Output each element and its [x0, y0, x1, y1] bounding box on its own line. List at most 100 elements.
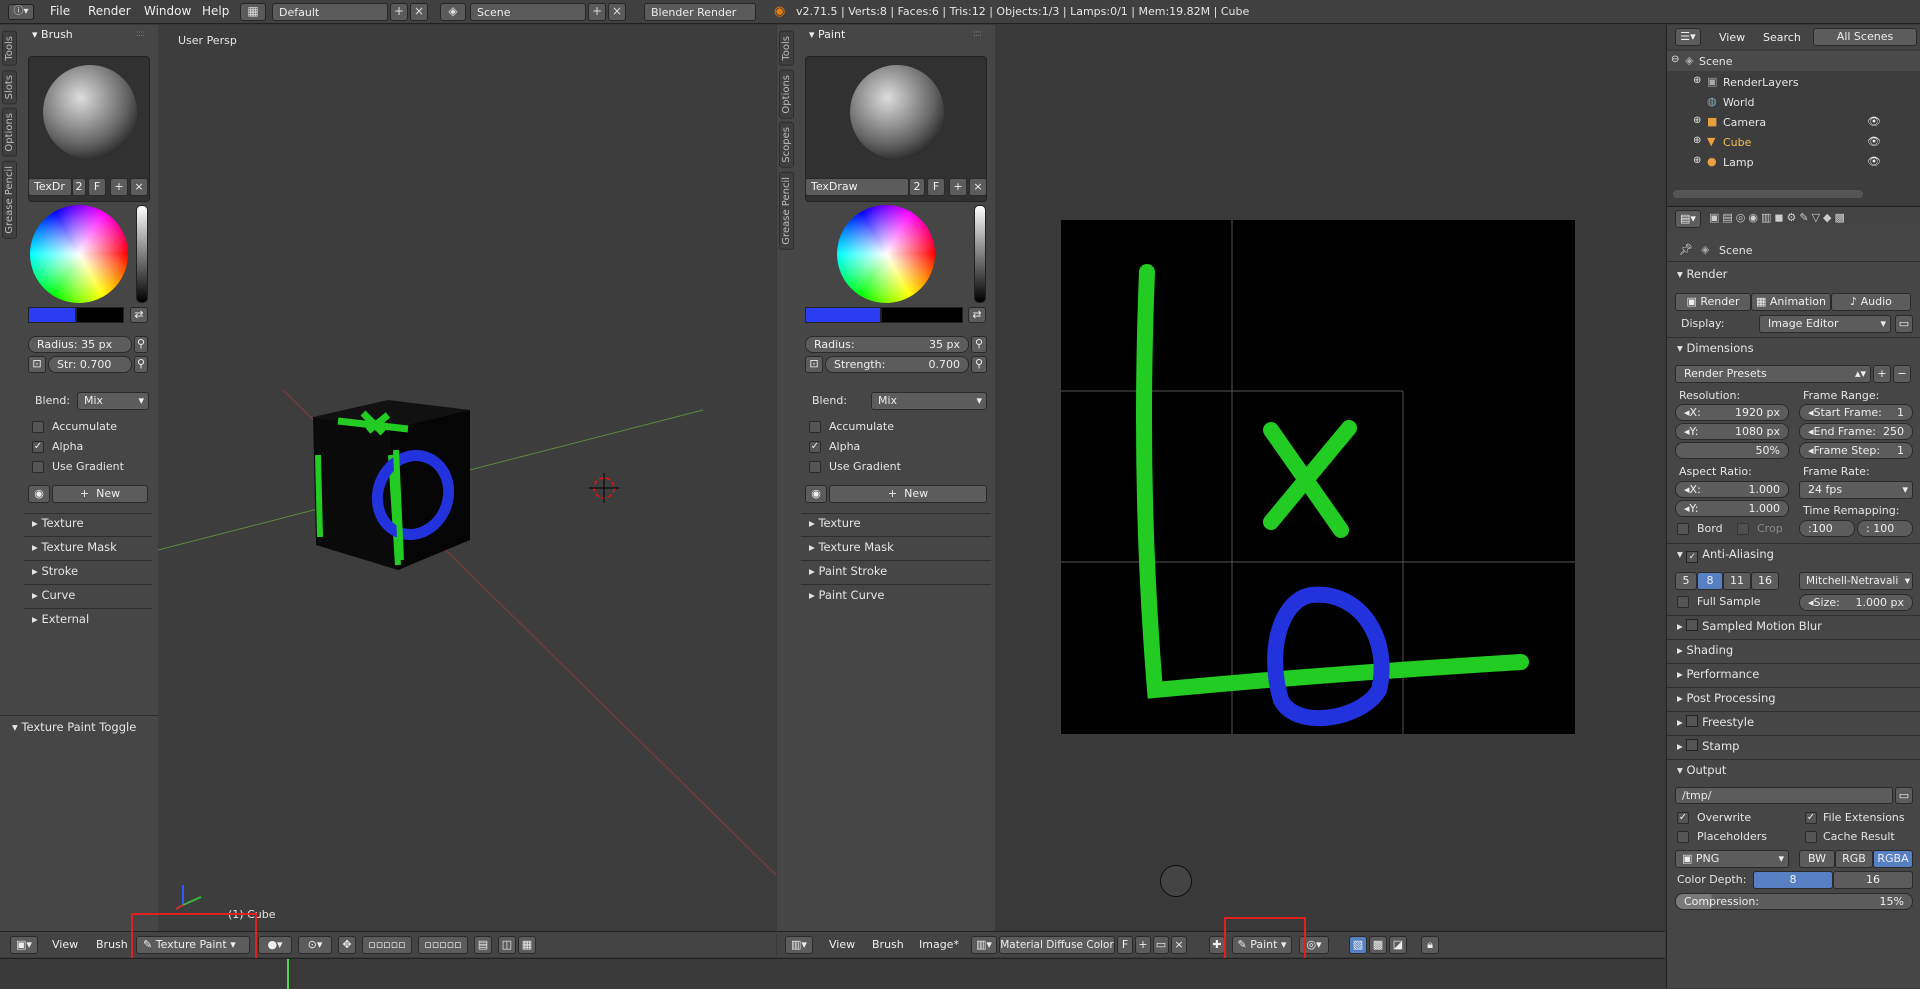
expand-icon[interactable]: ⊕ — [1693, 75, 1701, 86]
current-frame-marker[interactable] — [287, 959, 289, 989]
texture-paint-toggle-panel[interactable]: ▾ Texture Paint Toggle — [12, 720, 136, 734]
outliner-row-world[interactable]: ◍ World — [1667, 92, 1920, 112]
image-name-field[interactable]: Material Diffuse Color — [999, 936, 1115, 954]
res-percent-field[interactable]: 50% — [1675, 442, 1789, 459]
color-rgb-button[interactable]: RGB — [1835, 850, 1873, 868]
menu-file[interactable]: File — [50, 4, 70, 18]
stamp-checkbox[interactable] — [1686, 739, 1699, 751]
radius-pressure-icon[interactable]: ⚲ — [134, 336, 148, 353]
cube-expand-icon[interactable]: ⊕ — [1693, 135, 1701, 146]
file-format-select[interactable]: ▣ PNG ▾ — [1675, 850, 1789, 868]
strength-lock-icon[interactable]: ⊡ — [28, 356, 46, 373]
paint-use-gradient-checkbox[interactable] — [809, 461, 821, 473]
outliner-row-renderlayers[interactable]: ⊕ ▣ RenderLayers — [1667, 72, 1920, 92]
layout-remove-icon[interactable]: × — [410, 3, 428, 21]
scene-field[interactable]: Scene — [470, 3, 586, 21]
manipulator-icon[interactable]: ✥ — [338, 936, 356, 954]
color-rgba-button[interactable]: RGBA — [1873, 850, 1913, 868]
accumulate-checkbox[interactable] — [32, 421, 44, 433]
scene-add-icon[interactable]: + — [588, 3, 606, 21]
cache-result-checkbox[interactable] — [1805, 831, 1817, 843]
menu-render[interactable]: Render — [88, 4, 131, 18]
tab-tools[interactable]: Tools — [2, 31, 17, 66]
properties-editor-icon[interactable]: ▤▾ — [1675, 210, 1701, 228]
color-bw-button[interactable]: BW — [1799, 850, 1835, 868]
depth-8-button[interactable]: 8 — [1753, 871, 1833, 889]
paint-brush-add-icon[interactable]: + — [949, 178, 967, 196]
collapse-icon[interactable]: ⊖ — [1671, 54, 1679, 65]
outliner-menu-search[interactable]: Search — [1763, 31, 1801, 44]
lamp-expand-icon[interactable]: ⊕ — [1693, 155, 1701, 166]
alpha-channel-icon[interactable]: ▩ — [1369, 936, 1387, 954]
section-stroke[interactable]: ▸ Stroke — [32, 564, 78, 578]
outliner-row-cube[interactable]: ⊕ ▼ Cube 👁︎ — [1667, 132, 1920, 152]
start-frame-field[interactable]: ◂Start Frame: 1 — [1799, 404, 1913, 421]
display-select[interactable]: Image Editor ▾ — [1759, 315, 1891, 333]
outliner-menu-view[interactable]: View — [1719, 31, 1745, 44]
radius-field[interactable]: Radius: 35 px — [28, 336, 132, 353]
new-texture-button[interactable]: + New — [52, 485, 148, 503]
animation-button[interactable]: ▦ Animation — [1751, 293, 1831, 311]
viewport-menu-brush[interactable]: Brush — [96, 938, 128, 951]
paint-section-curve[interactable]: ▸ Paint Curve — [809, 588, 884, 602]
paint-panel-title[interactable]: ▾ Paint — [809, 28, 845, 41]
paint-texture-icon[interactable]: ◉ — [805, 485, 827, 503]
preset-remove-icon[interactable]: − — [1893, 365, 1911, 383]
depth-16-button[interactable]: 16 — [1833, 871, 1913, 889]
frame-rate-select[interactable]: 24 fps ▾ — [1799, 481, 1913, 499]
motion-blur-panel[interactable]: ▸ Sampled Motion Blur — [1677, 619, 1822, 633]
3d-viewport[interactable]: User Persp (1) Cube — [158, 25, 776, 955]
lamp-visibility-icon[interactable]: 👁︎ — [1867, 155, 1881, 168]
remap-old-field[interactable]: :100 — [1799, 520, 1855, 537]
dimensions-panel-title[interactable]: ▾ Dimensions — [1677, 341, 1754, 355]
render-anim-icon[interactable]: ▦ — [518, 936, 536, 954]
color-value-slider[interactable] — [136, 205, 148, 303]
viewport-menu-view[interactable]: View — [52, 938, 78, 951]
image-browse-icon[interactable]: ▥▾ — [971, 936, 997, 954]
output-path-field[interactable]: /tmp/ — [1675, 787, 1893, 804]
overwrite-checkbox[interactable]: ✓ — [1677, 812, 1689, 824]
paint-brush-name-field[interactable]: TexDraw — [805, 178, 909, 196]
image-menu-brush[interactable]: Brush — [872, 938, 904, 951]
layout-field[interactable]: Default — [272, 3, 388, 21]
res-x-field[interactable]: ◂X: 1920 px — [1675, 404, 1789, 421]
scene-remove-icon[interactable]: × — [608, 3, 626, 21]
tab-options[interactable]: Options — [2, 108, 17, 157]
camera-expand-icon[interactable]: ⊕ — [1693, 115, 1701, 126]
paint-panel-grip-icon[interactable]: :::: — [973, 29, 982, 39]
layers-grid-a[interactable]: ▫▫▫▫▫ — [362, 936, 412, 954]
border-checkbox[interactable] — [1677, 523, 1689, 535]
aspect-y-field[interactable]: ◂Y: 1.000 — [1675, 500, 1789, 517]
paint-color-wheel[interactable] — [837, 205, 935, 303]
section-curve[interactable]: ▸ Curve — [32, 588, 75, 602]
frame-step-field[interactable]: ◂Frame Step: 1 — [1799, 442, 1913, 459]
render-panel-title[interactable]: ▾ Render — [1677, 267, 1727, 281]
paint-swap-colors-icon[interactable]: ⇄ — [968, 307, 986, 323]
render-presets-select[interactable]: Render Presets ▴▾ — [1675, 365, 1871, 383]
brush-users[interactable]: 2 — [72, 178, 86, 196]
paint-strength-field[interactable]: Strength: 0.700 — [825, 356, 969, 373]
layers-grid-b[interactable]: ▫▫▫▫▫ — [418, 936, 468, 954]
preset-add-icon[interactable]: + — [1873, 365, 1891, 383]
primary-color-swatch[interactable] — [28, 307, 76, 323]
output-browse-icon[interactable]: ▭ — [1895, 787, 1913, 804]
aspect-x-field[interactable]: ◂X: 1.000 — [1675, 481, 1789, 498]
display-toggle-icon[interactable]: ▭ — [1895, 315, 1913, 333]
render-button[interactable]: ▣ Render — [1675, 293, 1751, 311]
lock-icon[interactable]: 🔒︎ — [1421, 936, 1439, 954]
paint-blend-select[interactable]: Mix ▾ — [871, 392, 987, 410]
image-tab-scopes[interactable]: Scopes — [779, 122, 794, 168]
blend-select[interactable]: Mix ▾ — [77, 392, 149, 410]
section-external[interactable]: ▸ External — [32, 612, 89, 626]
end-frame-field[interactable]: ◂End Frame: 250 — [1799, 423, 1913, 440]
outliner-editor-icon[interactable]: ☰▾ — [1675, 28, 1701, 46]
paint-brush-remove-icon[interactable]: × — [969, 178, 987, 196]
brush-remove-icon[interactable]: × — [130, 178, 148, 196]
aa-filter-select[interactable]: Mitchell-Netravali ▾ — [1799, 572, 1913, 590]
paint-accumulate-checkbox[interactable] — [809, 421, 821, 433]
outliner-row-scene[interactable]: ⊖ ◈ Scene — [1667, 51, 1920, 71]
audio-button[interactable]: ♪ Audio — [1831, 293, 1911, 311]
paint-new-texture-button[interactable]: + New — [829, 485, 987, 503]
performance-panel[interactable]: ▸ Performance — [1677, 667, 1759, 681]
alpha-checkbox[interactable]: ✓ — [32, 441, 44, 453]
